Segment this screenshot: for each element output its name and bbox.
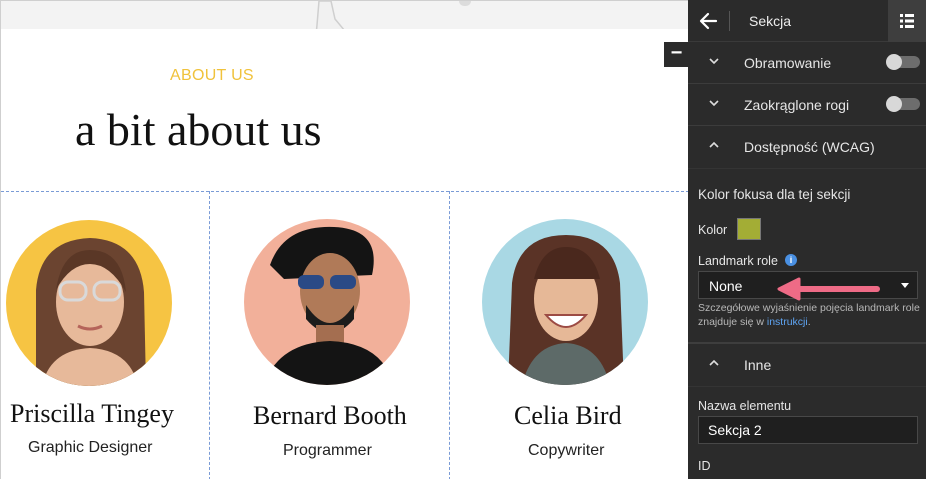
team-role-3: Copywriter (528, 442, 605, 459)
accordion-border[interactable]: Obramowanie (688, 42, 926, 84)
column-divider-2 (449, 191, 450, 479)
about-label: ABOUT US (170, 67, 254, 84)
info-icon[interactable]: i (785, 254, 797, 266)
portrait-image (36, 238, 146, 386)
accordion-other[interactable]: Inne (688, 344, 926, 386)
header-divider (729, 11, 730, 31)
divider (688, 168, 926, 169)
column-divider-1 (209, 191, 210, 479)
accordion-label: Obramowanie (744, 55, 832, 71)
avatar-celia (482, 219, 648, 385)
section-settings-panel: Sekcja Obramowanie Zaokrąglone rogi Dost… (688, 0, 926, 479)
divider (688, 386, 926, 387)
avatar-priscilla (6, 220, 172, 386)
team-name-3: Celia Bird (514, 401, 622, 430)
team-role-1: Graphic Designer (28, 439, 153, 456)
panel-title: Sekcja (749, 13, 792, 29)
team-name-2: Bernard Booth (253, 401, 407, 430)
chevron-down-icon (709, 100, 719, 107)
portrait-image (264, 226, 394, 385)
focus-color-heading: Kolor fokusa dla tej sekcji (698, 187, 851, 202)
accordion-label: Zaokrąglone rogi (744, 97, 850, 113)
accordion-label: Inne (744, 357, 772, 373)
avatar-bernard (244, 219, 410, 385)
border-toggle[interactable] (886, 54, 920, 70)
select-value: None (709, 278, 743, 294)
about-heading: a bit about us (75, 104, 322, 155)
landmark-role-label: Landmark role (698, 254, 778, 268)
collapse-button[interactable]: − (664, 42, 688, 67)
toggle-knob (886, 54, 902, 70)
arrow-left-icon[interactable] (698, 9, 720, 33)
portrait-image (508, 235, 624, 385)
annotation-arrow-icon (777, 277, 880, 301)
accordion-label: Dostępność (WCAG) (744, 139, 875, 155)
chevron-up-icon (709, 359, 719, 366)
landmark-hint: Szczegółowe wyjaśnienie pojęcia landmark… (698, 301, 920, 329)
element-name-input[interactable] (699, 417, 917, 443)
panel-header: Sekcja (688, 0, 926, 42)
chevron-up-icon (709, 141, 719, 148)
toggle-knob (886, 96, 902, 112)
section-outline-middle (1, 191, 688, 192)
hint-end: . (807, 316, 811, 328)
team-name-1: Priscilla Tingey (10, 399, 174, 428)
instructions-link[interactable]: instrukcji (767, 316, 808, 328)
color-label: Kolor (698, 223, 728, 237)
element-name-label: Nazwa elementu (698, 399, 792, 413)
rounded-toggle[interactable] (886, 96, 920, 112)
id-label: ID (698, 459, 711, 473)
caret-down-icon (901, 283, 909, 288)
chevron-down-icon (709, 58, 719, 65)
focus-color-swatch[interactable] (737, 218, 761, 240)
accordion-accessibility[interactable]: Dostępność (WCAG) (688, 126, 926, 168)
list-grid-icon[interactable] (888, 0, 926, 42)
team-role-2: Programmer (283, 442, 372, 459)
page-canvas: ABOUT US a bit about us − Priscilla Ting… (0, 0, 688, 479)
element-name-field[interactable] (698, 416, 918, 444)
accordion-rounded-corners[interactable]: Zaokrąglone rogi (688, 84, 926, 126)
